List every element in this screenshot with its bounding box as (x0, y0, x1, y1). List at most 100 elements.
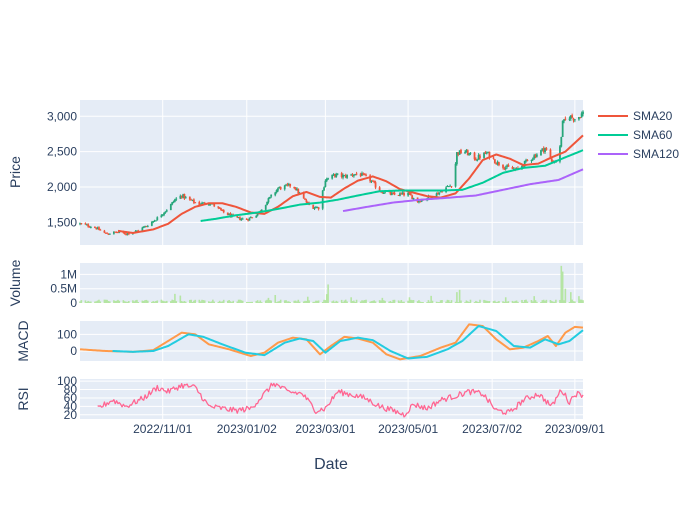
candle-body (289, 183, 292, 187)
candle-body (450, 186, 453, 188)
candle-body (277, 188, 279, 191)
candle-body (99, 229, 102, 231)
volume-y-tick-label: 1M (60, 267, 77, 281)
candle-body (251, 217, 254, 219)
volume-bar (526, 301, 529, 303)
x-tick-label: 2023/09/01 (545, 422, 605, 436)
candle-body (526, 159, 529, 161)
candle-body (412, 197, 415, 200)
legend-label-sma60: SMA60 (633, 128, 673, 142)
candle-body (438, 192, 441, 195)
volume-bar (545, 299, 548, 303)
candle-body (304, 198, 306, 200)
candle-body (561, 120, 564, 137)
volume-panel (80, 263, 583, 303)
candle-body (331, 174, 334, 179)
volume-bar (90, 301, 92, 303)
rsi-y-tick-label: 100 (57, 374, 77, 388)
volume-bar (327, 284, 329, 303)
candle-body (175, 198, 178, 200)
candle-body (363, 173, 366, 175)
candle-body (403, 193, 405, 196)
candle-body (264, 205, 267, 210)
price-y-tick-label: 1,500 (47, 215, 77, 229)
volume-bar (308, 300, 310, 303)
volume-bar (317, 300, 320, 303)
candle-body (352, 175, 355, 177)
candle-body (80, 223, 83, 225)
volume-bar (574, 301, 576, 303)
y-axis-title-macd: MACD (15, 320, 31, 361)
y-axis-title-rsi: RSI (15, 387, 31, 410)
candle-body (393, 192, 396, 195)
volume-bar (498, 300, 500, 303)
candle-body (460, 149, 462, 154)
volume-bar (564, 288, 567, 303)
candle-body (454, 163, 457, 187)
volume-bar (213, 301, 216, 303)
volume-bar (412, 300, 415, 303)
volume-bar (374, 301, 377, 303)
candle-body (146, 226, 149, 228)
volume-bar (479, 299, 481, 303)
candle-body (493, 159, 496, 164)
volume-bar (346, 301, 348, 303)
candle-body (464, 152, 466, 154)
candle-body (255, 215, 258, 218)
candle-body (479, 155, 481, 159)
volume-bar (137, 302, 140, 303)
x-tick-label: 2023/01/02 (217, 422, 277, 436)
candle-body (511, 167, 514, 169)
candle-body (545, 148, 548, 150)
volume-bar (365, 299, 367, 303)
volume-bar (194, 299, 197, 303)
candle-body (297, 188, 300, 194)
volume-bar (488, 301, 491, 303)
candle-body (106, 232, 109, 234)
volume-bar (128, 301, 130, 303)
candle-body (492, 157, 495, 159)
candle-body (84, 223, 87, 225)
candle-body (571, 115, 574, 118)
legend[interactable]: SMA20 SMA60 SMA120 (598, 109, 679, 161)
candle-body (441, 191, 443, 193)
price-y-tick-label: 2,000 (47, 180, 77, 194)
volume-bar (336, 301, 339, 303)
y-axis-title-volume: Volume (7, 259, 23, 306)
candle-body (365, 174, 367, 176)
candle-body (241, 218, 244, 220)
volume-bar (460, 300, 462, 303)
macd-y-tick-label: 0 (70, 344, 77, 358)
candle-body (98, 227, 100, 230)
legend-label-sma20: SMA20 (633, 109, 673, 123)
candle-body (266, 201, 268, 206)
volume-bar (165, 300, 168, 303)
volume-bar (175, 301, 178, 303)
volume-bar (517, 301, 519, 303)
candle-body (169, 204, 172, 211)
candle-body (89, 227, 92, 229)
price-y-tick-label: 2,500 (47, 145, 77, 159)
volume-bar (232, 300, 235, 303)
volume-bar (109, 301, 111, 303)
candle-body (155, 220, 157, 222)
candle-body (188, 196, 191, 200)
candle-body (531, 158, 534, 160)
chart-svg: 1,5002,0002,5003,00000.5M1M0100204060801… (0, 0, 700, 500)
candle-body (327, 178, 330, 180)
x-tick-label: 2023/03/01 (295, 422, 355, 436)
volume-bar (298, 301, 301, 303)
volume-bar (251, 301, 253, 303)
candle-body (346, 174, 348, 178)
volume-bar (260, 302, 263, 303)
volume-bar (156, 300, 159, 303)
candle-body (536, 154, 538, 157)
candle-body (283, 185, 286, 190)
candle-body (582, 111, 584, 115)
x-tick-label: 2023/05/01 (378, 422, 438, 436)
volume-bar (118, 300, 121, 303)
candle-body (163, 212, 165, 215)
candle-body (469, 152, 472, 154)
candle-body (192, 199, 195, 203)
volume-bar (270, 300, 272, 303)
